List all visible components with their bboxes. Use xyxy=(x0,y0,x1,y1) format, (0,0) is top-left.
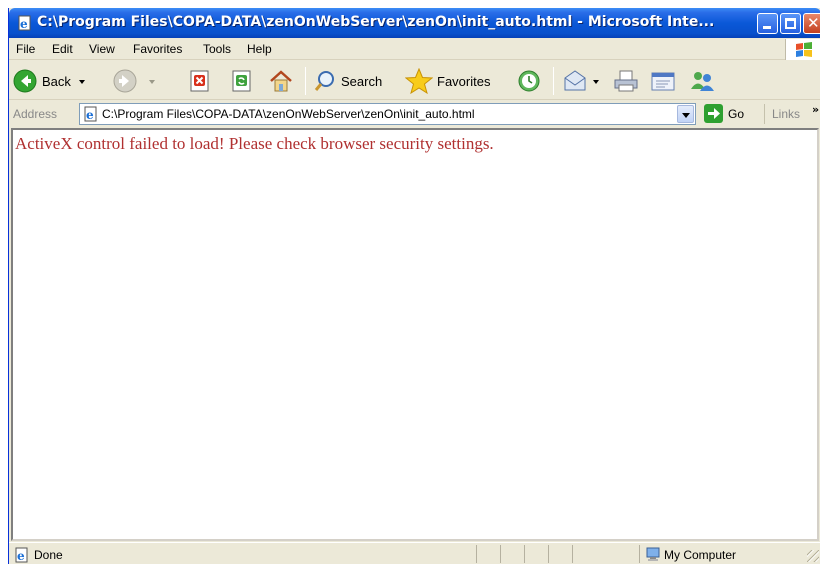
back-dropdown-arrow-icon[interactable] xyxy=(79,80,85,84)
back-arrow-icon xyxy=(13,69,37,93)
window-title: C:\Program Files\COPA-DATA\zenOnWebServe… xyxy=(37,14,715,30)
my-computer-icon xyxy=(646,547,660,561)
go-label: Go xyxy=(728,107,745,121)
search-button[interactable]: Search xyxy=(313,67,399,95)
status-bar: e Done My Computer xyxy=(9,542,820,564)
page-content: ActiveX control failed to load! Please c… xyxy=(11,128,819,541)
mail-dropdown-arrow-icon[interactable] xyxy=(593,80,599,84)
stop-icon xyxy=(190,70,209,92)
maximize-button[interactable] xyxy=(780,13,801,34)
stop-button[interactable] xyxy=(187,67,213,95)
star-icon xyxy=(405,68,433,94)
forward-dropdown-arrow-icon[interactable] xyxy=(149,80,155,84)
status-panel xyxy=(476,545,477,563)
address-url[interactable]: C:\Program Files\COPA-DATA\zenOnWebServe… xyxy=(102,107,475,121)
browser-window: e C:\Program Files\COPA-DATA\zenOnWebSer… xyxy=(8,8,820,564)
windows-flag-icon xyxy=(785,39,820,60)
menu-bar: File Edit View Favorites Tools Help xyxy=(9,38,820,60)
security-zone-label: My Computer xyxy=(664,548,737,562)
back-label: Back xyxy=(42,74,71,89)
menu-help[interactable]: Help xyxy=(247,42,272,56)
toolbar-separator xyxy=(305,67,306,95)
edit-icon xyxy=(651,72,675,91)
messenger-icon xyxy=(691,72,714,91)
status-panel xyxy=(639,545,640,563)
print-button[interactable] xyxy=(611,67,641,95)
favorites-button[interactable]: Favorites xyxy=(405,67,509,95)
links-chevron-icon[interactable]: » xyxy=(812,103,819,116)
svg-text:e: e xyxy=(20,17,28,31)
search-label: Search xyxy=(341,74,383,89)
home-icon xyxy=(270,70,292,92)
menu-edit[interactable]: Edit xyxy=(52,42,73,56)
close-button[interactable]: ✕ xyxy=(803,13,820,34)
status-panel xyxy=(572,545,573,563)
minimize-icon xyxy=(763,26,771,29)
status-panel xyxy=(500,545,501,563)
magnifier-icon xyxy=(314,71,334,91)
history-icon xyxy=(518,70,540,92)
menu-file[interactable]: File xyxy=(16,42,35,56)
title-bar[interactable]: e C:\Program Files\COPA-DATA\zenOnWebSer… xyxy=(9,8,820,38)
printer-icon xyxy=(614,70,638,92)
history-button[interactable] xyxy=(515,67,543,95)
menu-tools[interactable]: Tools xyxy=(203,42,231,56)
forward-arrow-icon xyxy=(113,69,137,93)
home-button[interactable] xyxy=(267,67,295,95)
activex-error-message: ActiveX control failed to load! Please c… xyxy=(15,134,494,153)
chevron-down-icon xyxy=(682,113,690,118)
toolbar-separator xyxy=(764,104,765,124)
ie-page-icon: e xyxy=(15,547,28,563)
edit-button[interactable] xyxy=(649,67,679,95)
toolbar-separator xyxy=(553,67,554,95)
status-panel xyxy=(548,545,549,563)
close-icon: ✕ xyxy=(807,14,820,32)
status-panel xyxy=(524,545,525,563)
links-toolbar[interactable]: Links xyxy=(772,107,800,121)
resize-grip[interactable] xyxy=(807,550,819,562)
menu-favorites[interactable]: Favorites xyxy=(133,42,182,56)
go-button[interactable]: Go xyxy=(704,104,759,125)
favorites-label: Favorites xyxy=(437,74,491,89)
back-button[interactable]: Back xyxy=(13,67,109,95)
ie-page-icon: e xyxy=(84,106,97,122)
forward-button[interactable] xyxy=(113,67,157,95)
refresh-button[interactable] xyxy=(229,67,255,95)
address-dropdown-button[interactable] xyxy=(677,105,694,123)
address-label: Address xyxy=(13,107,58,121)
svg-text:e: e xyxy=(86,108,94,122)
svg-text:e: e xyxy=(17,549,25,563)
go-arrow-icon xyxy=(704,104,723,123)
mail-icon xyxy=(564,70,586,91)
menu-view[interactable]: View xyxy=(89,42,115,56)
maximize-icon xyxy=(785,18,796,29)
address-bar: Address e C:\Program Files\COPA-DATA\zen… xyxy=(9,101,820,127)
address-field[interactable]: e C:\Program Files\COPA-DATA\zenOnWebSer… xyxy=(79,103,696,125)
refresh-icon xyxy=(232,70,251,92)
minimize-button[interactable] xyxy=(757,13,778,34)
messenger-button[interactable] xyxy=(687,67,717,95)
standard-toolbar: Back Search Favorites xyxy=(9,61,820,100)
ie-page-icon: e xyxy=(17,15,33,31)
status-text: Done xyxy=(34,548,63,562)
mail-button[interactable] xyxy=(561,67,603,95)
